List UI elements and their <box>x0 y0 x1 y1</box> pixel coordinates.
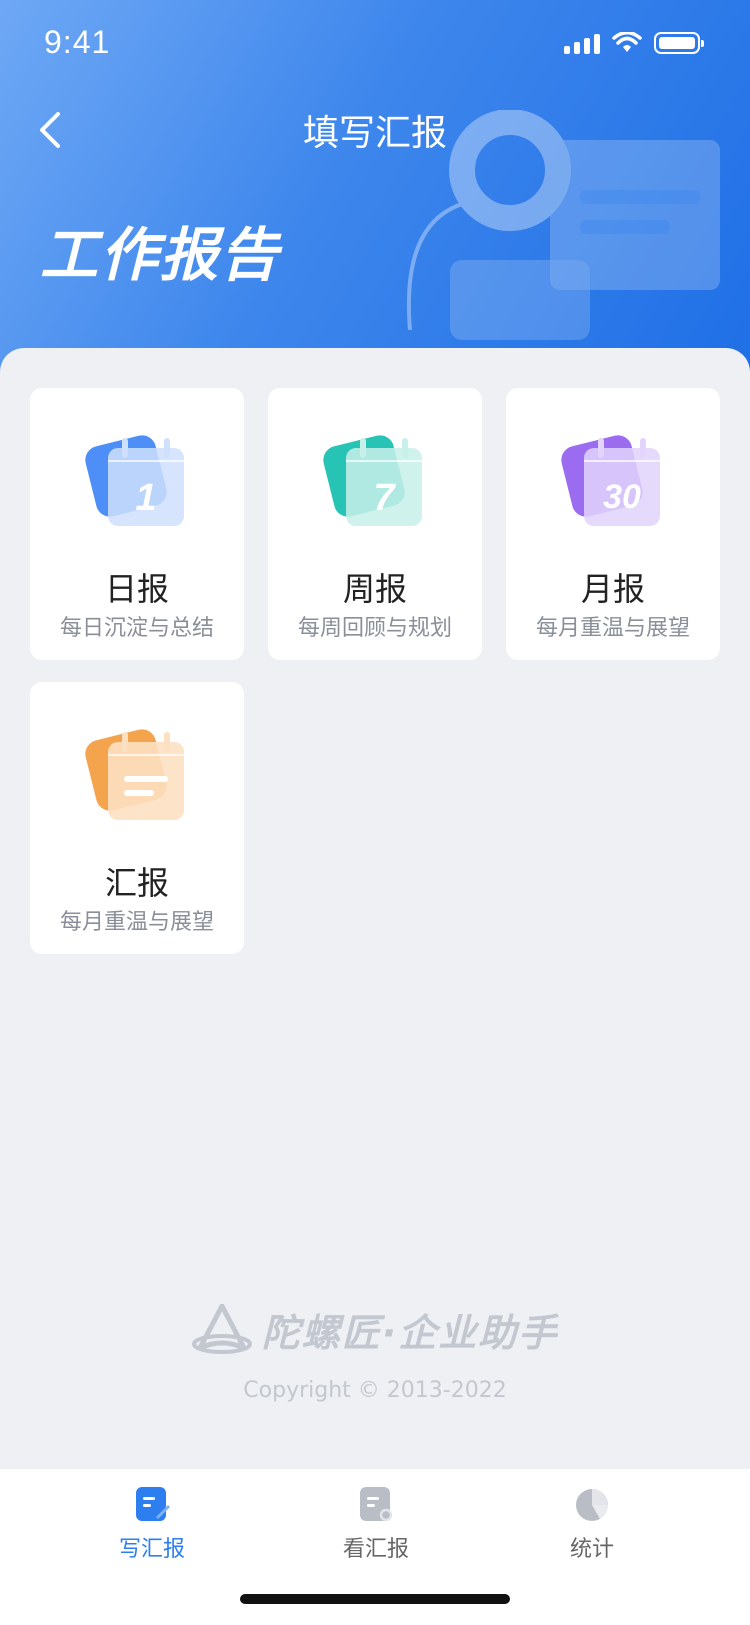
battery-icon <box>654 32 704 54</box>
card-weekly-report[interactable]: 7 周报 每周回顾与规划 <box>268 388 482 660</box>
header-banner: 9:41 填写汇报 工作报告 <box>0 0 750 380</box>
tab-label: 统计 <box>569 1537 614 1562</box>
tab-view-report[interactable]: 看汇报 <box>296 1483 456 1573</box>
calendar-7-icon: 7 <box>323 435 422 526</box>
tab-write-report[interactable]: 写汇报 <box>72 1483 232 1573</box>
footer-brand: 陀螺匠·企业助手 <box>0 1302 750 1357</box>
card-desc: 每月重温与展望 <box>535 616 690 641</box>
card-desc: 每月重温与展望 <box>59 910 214 935</box>
card-desc: 每周回顾与规划 <box>297 616 452 641</box>
brand-name: 陀螺匠·企业助手 <box>261 1311 559 1355</box>
tab-label: 写汇报 <box>118 1537 185 1562</box>
copyright-text: Copyright © 2013-2022 <box>243 1378 507 1403</box>
stats-pie-icon <box>576 1489 609 1521</box>
calendar-30-label: 30 <box>603 478 641 516</box>
hero-title: 工作报告 <box>40 221 281 289</box>
status-icons <box>564 32 704 54</box>
card-desc: 每日沉淀与总结 <box>59 616 214 641</box>
write-report-icon <box>136 1487 170 1521</box>
report-icon <box>85 729 184 820</box>
card-title: 周报 <box>342 570 407 608</box>
tab-label: 看汇报 <box>342 1537 409 1562</box>
calendar-7-label: 7 <box>373 477 396 519</box>
card-report[interactable]: 汇报 每月重温与展望 <box>30 682 244 954</box>
wifi-icon <box>612 32 642 52</box>
hero-illustration <box>406 110 720 340</box>
view-report-icon <box>360 1487 393 1522</box>
card-title: 日报 <box>104 570 169 608</box>
content-panel: 1 日报 每日沉淀与总结 7 周报 每周回顾与规划 30 月报 每月重温与展望 <box>0 348 750 1468</box>
tab-stats[interactable]: 统计 <box>512 1483 672 1573</box>
card-monthly-report[interactable]: 30 月报 每月重温与展望 <box>506 388 720 660</box>
calendar-1-label: 1 <box>135 477 156 519</box>
status-bar: 9:41 <box>0 0 750 90</box>
card-daily-report[interactable]: 1 日报 每日沉淀与总结 <box>30 388 244 660</box>
status-time: 9:41 <box>44 24 111 60</box>
calendar-30-icon: 30 <box>561 435 660 526</box>
brand-logo-icon <box>191 1303 252 1354</box>
home-indicator[interactable] <box>240 1594 510 1604</box>
card-title: 汇报 <box>104 864 169 902</box>
card-title: 月报 <box>580 570 645 608</box>
signal-icon <box>564 32 600 54</box>
calendar-1-icon: 1 <box>85 435 184 526</box>
